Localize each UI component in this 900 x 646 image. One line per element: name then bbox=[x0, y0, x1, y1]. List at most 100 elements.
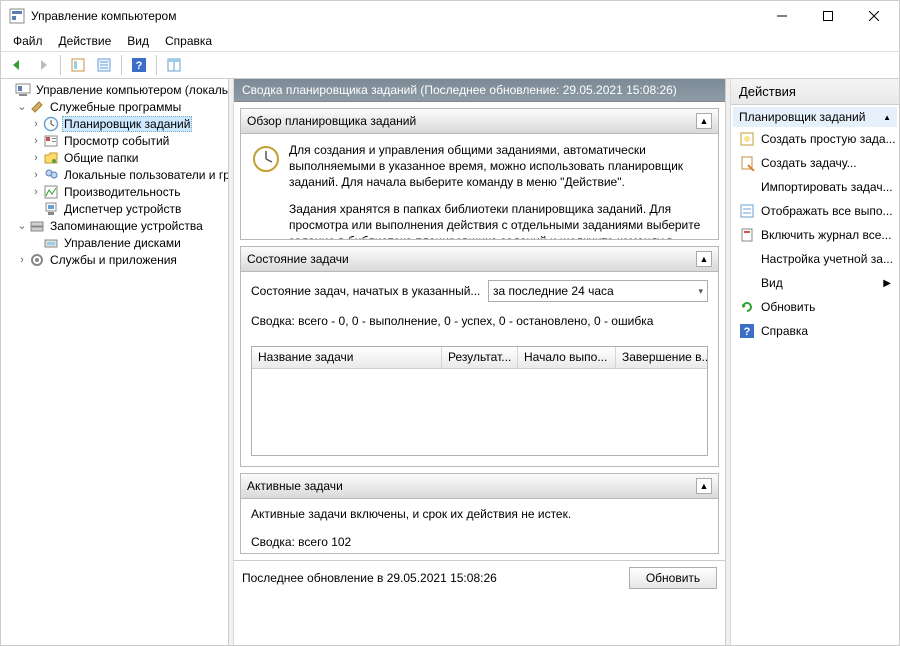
storage-icon bbox=[29, 218, 45, 234]
overview-title: Обзор планировщика заданий bbox=[247, 114, 696, 128]
properties-button[interactable] bbox=[92, 54, 116, 76]
twisty-icon[interactable]: › bbox=[29, 186, 43, 198]
list-icon bbox=[739, 203, 755, 219]
disk-mgmt-icon bbox=[43, 235, 59, 251]
active-title: Активные задачи bbox=[247, 479, 696, 493]
new-task-icon bbox=[739, 155, 755, 171]
refresh-button[interactable]: Обновить bbox=[629, 567, 717, 589]
collapse-icon[interactable]: ▲ bbox=[696, 251, 712, 267]
show-tree-button[interactable] bbox=[66, 54, 90, 76]
log-icon bbox=[739, 227, 755, 243]
tree-root[interactable]: Управление компьютером (локальным) bbox=[34, 83, 229, 97]
collapse-icon[interactable]: ▲ bbox=[696, 113, 712, 129]
col-result[interactable]: Результат... bbox=[442, 347, 518, 368]
help-button[interactable]: ? bbox=[127, 54, 151, 76]
nav-back-button[interactable] bbox=[5, 54, 29, 76]
twisty-icon[interactable]: ⌄ bbox=[15, 100, 29, 113]
task-status-section: Состояние задачи ▲ Состояние задач, нача… bbox=[240, 246, 719, 467]
clock-icon bbox=[43, 116, 59, 132]
status-title: Состояние задачи bbox=[247, 252, 696, 266]
overview-header[interactable]: Обзор планировщика заданий ▲ bbox=[241, 109, 718, 134]
active-summary: Сводка: всего 102 bbox=[251, 535, 708, 549]
overview-section: Обзор планировщика заданий ▲ Для создани… bbox=[240, 108, 719, 240]
nav-forward-button[interactable] bbox=[31, 54, 55, 76]
performance-icon bbox=[43, 184, 59, 200]
menubar: Файл Действие Вид Справка bbox=[1, 31, 899, 51]
combo-value: за последние 24 часа bbox=[493, 284, 614, 298]
overview-p2: Задания хранятся в папках библиотеки пла… bbox=[289, 201, 702, 239]
action-import[interactable]: Импортировать задач... bbox=[733, 175, 897, 199]
action-create-task[interactable]: Создать задачу... bbox=[733, 151, 897, 175]
status-header[interactable]: Состояние задачи ▲ bbox=[241, 247, 718, 272]
tree-disk-management[interactable]: Управление дисками bbox=[62, 236, 183, 250]
collapse-icon[interactable]: ▲ bbox=[696, 478, 712, 494]
submenu-arrow-icon: ▶ bbox=[883, 278, 891, 289]
help-icon: ? bbox=[739, 323, 755, 339]
tree-event-viewer[interactable]: Просмотр событий bbox=[62, 134, 171, 148]
overview-text: Для создания и управления общими задания… bbox=[289, 142, 708, 239]
task-status-grid[interactable]: Название задачи Результат... Начало выпо… bbox=[251, 346, 708, 456]
action-help[interactable]: ?Справка bbox=[733, 319, 897, 343]
users-icon bbox=[43, 167, 59, 183]
maximize-button[interactable] bbox=[805, 1, 851, 31]
twisty-icon[interactable]: ⌄ bbox=[15, 219, 29, 232]
triangle-up-icon: ▲ bbox=[883, 113, 891, 122]
menu-file[interactable]: Файл bbox=[7, 32, 49, 50]
col-start[interactable]: Начало выпо... bbox=[518, 347, 616, 368]
action-create-basic[interactable]: Создать простую зада... bbox=[733, 127, 897, 151]
nav-tree[interactable]: Управление компьютером (локальным) ⌄ Служ… bbox=[1, 79, 229, 645]
menu-view[interactable]: Вид bbox=[121, 32, 155, 50]
center-header: Сводка планировщика заданий (Последнее о… bbox=[234, 79, 725, 102]
menu-action[interactable]: Действие bbox=[53, 32, 118, 50]
svg-text:?: ? bbox=[136, 60, 143, 72]
active-text: Активные задачи включены, и срок их дейс… bbox=[251, 507, 708, 521]
tree-storage[interactable]: Запоминающие устройства bbox=[48, 219, 205, 233]
wizard-icon bbox=[739, 131, 755, 147]
twisty-icon[interactable]: › bbox=[29, 169, 43, 181]
computer-icon bbox=[15, 82, 31, 98]
center-footer: Последнее обновление в 29.05.2021 15:08:… bbox=[234, 560, 725, 595]
action-show-all-running[interactable]: Отображать все выпо... bbox=[733, 199, 897, 223]
actions-header: Действия bbox=[731, 79, 899, 105]
active-header[interactable]: Активные задачи ▲ bbox=[241, 474, 718, 499]
chevron-down-icon: ▾ bbox=[698, 286, 703, 297]
actions-pane: Действия Планировщик заданий▲ Создать пр… bbox=[731, 79, 899, 645]
action-refresh[interactable]: Обновить bbox=[733, 295, 897, 319]
twisty-icon[interactable]: › bbox=[29, 135, 43, 147]
col-task-name[interactable]: Название задачи bbox=[252, 347, 442, 368]
action-enable-log[interactable]: Включить журнал все... bbox=[733, 223, 897, 247]
minimize-button[interactable] bbox=[759, 1, 805, 31]
close-button[interactable] bbox=[851, 1, 897, 31]
actions-group-title[interactable]: Планировщик заданий▲ bbox=[733, 107, 897, 127]
app-icon bbox=[9, 8, 25, 24]
menu-help[interactable]: Справка bbox=[159, 32, 218, 50]
twisty-icon[interactable]: › bbox=[29, 118, 43, 130]
twisty-icon[interactable]: › bbox=[29, 152, 43, 164]
overview-p1: Для создания и управления общими задания… bbox=[289, 142, 702, 191]
center-pane: Сводка планировщика заданий (Последнее о… bbox=[234, 79, 726, 645]
tree-shared-folders[interactable]: Общие папки bbox=[62, 151, 140, 165]
shared-folder-icon bbox=[43, 150, 59, 166]
window-title: Управление компьютером bbox=[31, 9, 759, 23]
grid-header: Название задачи Результат... Начало выпо… bbox=[252, 347, 708, 369]
last-update-text: Последнее обновление в 29.05.2021 15:08:… bbox=[242, 571, 629, 585]
status-period-combo[interactable]: за последние 24 часа ▾ bbox=[488, 280, 708, 302]
tree-local-users[interactable]: Локальные пользователи и группы bbox=[62, 168, 229, 182]
tree-device-manager[interactable]: Диспетчер устройств bbox=[62, 202, 183, 216]
titlebar: Управление компьютером bbox=[1, 1, 899, 31]
status-summary: Сводка: всего - 0, 0 - выполнение, 0 - у… bbox=[251, 314, 708, 328]
twisty-icon[interactable]: › bbox=[15, 254, 29, 266]
tree-task-scheduler[interactable]: Планировщик заданий bbox=[62, 116, 192, 132]
event-viewer-icon bbox=[43, 133, 59, 149]
tree-performance[interactable]: Производительность bbox=[62, 185, 182, 199]
refresh-icon bbox=[739, 299, 755, 315]
tree-system-tools[interactable]: Служебные программы bbox=[48, 100, 183, 114]
action-view[interactable]: Вид▶ bbox=[733, 271, 897, 295]
services-icon bbox=[29, 252, 45, 268]
col-end[interactable]: Завершение в... bbox=[616, 347, 708, 368]
action-account-config[interactable]: Настройка учетной за... bbox=[733, 247, 897, 271]
tree-services-apps[interactable]: Службы и приложения bbox=[48, 253, 179, 267]
columns-button[interactable] bbox=[162, 54, 186, 76]
device-manager-icon bbox=[43, 201, 59, 217]
toolbar: ? bbox=[1, 51, 899, 79]
